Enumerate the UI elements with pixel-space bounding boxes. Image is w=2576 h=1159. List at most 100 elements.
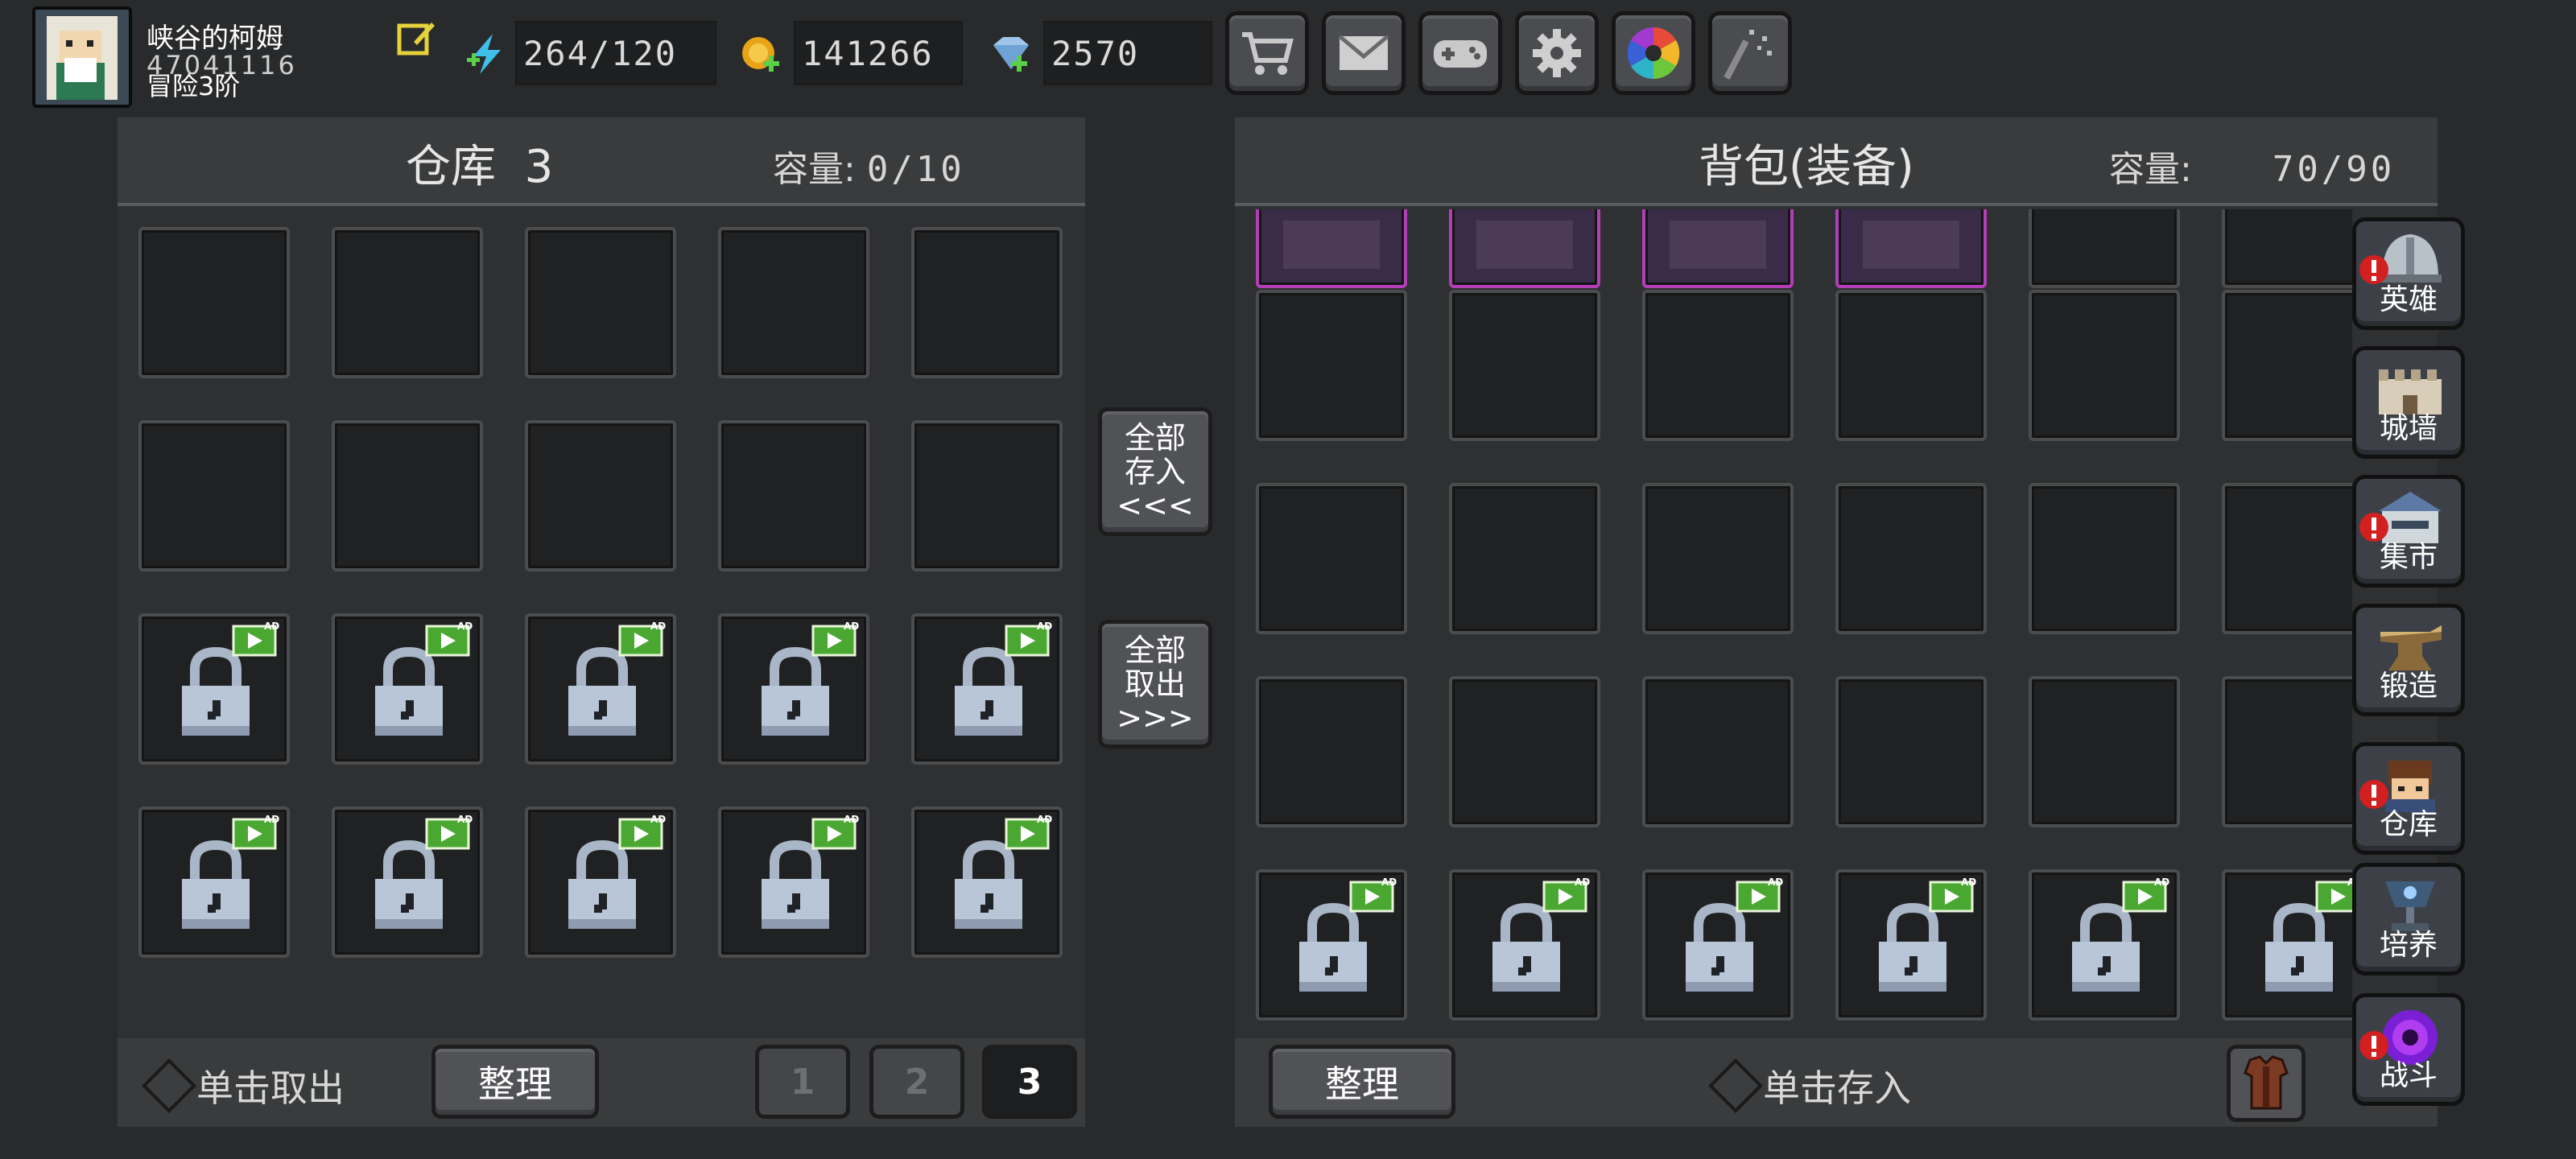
locked-slot[interactable]: AD (332, 613, 483, 765)
withdraw-all-button[interactable]: 全部 取出 >>> (1098, 620, 1212, 749)
locked-slot[interactable]: AD (525, 613, 676, 765)
empty-slot[interactable] (138, 420, 290, 571)
video-ad-icon: AD (618, 621, 666, 657)
deposit-all-button[interactable]: 全部 存入 <<< (1098, 407, 1212, 536)
equipment-slot[interactable] (1835, 209, 1987, 288)
lock-icon (375, 839, 443, 929)
empty-slot[interactable] (332, 227, 483, 378)
lock-icon (2072, 902, 2140, 992)
video-ad-icon: AD (1542, 876, 1590, 913)
locked-slot[interactable]: AD (1835, 869, 1987, 1021)
nav-anvil-button[interactable]: 锻造 (2352, 604, 2465, 716)
empty-slot[interactable] (2222, 676, 2352, 827)
video-ad-icon: AD (1005, 621, 1052, 657)
backpack-sort-button[interactable]: 整理 (1269, 1045, 1455, 1119)
gear-icon (1533, 29, 1581, 77)
edit-name-icon[interactable] (396, 18, 436, 58)
empty-slot[interactable] (1835, 676, 1987, 827)
equipment-slot[interactable] (1256, 209, 1407, 288)
nav-merchant-button[interactable]: 仓库 (2352, 742, 2465, 855)
video-ad-icon: AD (618, 814, 666, 850)
empty-slot[interactable] (525, 420, 676, 571)
empty-slot[interactable] (1449, 290, 1600, 441)
video-ad-icon: AD (1736, 876, 1783, 913)
gold-coin-icon (739, 32, 782, 76)
locked-slot[interactable]: AD (2029, 869, 2180, 1021)
locked-slot[interactable]: AD (911, 613, 1063, 765)
empty-slot[interactable] (2222, 209, 2352, 288)
video-ad-icon: AD (1349, 876, 1397, 913)
locked-slot[interactable]: AD (718, 613, 869, 765)
nav-market-button[interactable]: 集市 (2352, 475, 2465, 588)
lock-icon (2265, 902, 2333, 992)
armor-filter-button[interactable] (2227, 1045, 2306, 1122)
nav-label: 锻造 (2379, 670, 2438, 703)
warehouse-sort-button[interactable]: 整理 (431, 1045, 599, 1119)
empty-slot[interactable] (718, 420, 869, 571)
backpack-grid[interactable]: AD AD AD AD AD AD (1235, 209, 2352, 1038)
shop-button[interactable] (1225, 11, 1309, 95)
nav-chalice-button[interactable]: 培养 (2352, 863, 2465, 975)
svg-text:AD: AD (1768, 876, 1783, 888)
empty-slot[interactable] (2029, 483, 2180, 634)
effects-button[interactable] (1708, 11, 1792, 95)
empty-slot[interactable] (2029, 209, 2180, 288)
empty-slot[interactable] (1256, 290, 1407, 441)
empty-slot[interactable] (138, 227, 290, 378)
locked-slot[interactable]: AD (1256, 869, 1407, 1021)
page-1-button[interactable]: 1 (755, 1045, 850, 1119)
mail-button[interactable] (1322, 11, 1406, 95)
diamond-toggle-icon[interactable] (1708, 1058, 1763, 1113)
locked-slot[interactable]: AD (1642, 869, 1794, 1021)
svg-text:AD: AD (844, 621, 859, 632)
page-2-button[interactable]: 2 (869, 1045, 964, 1119)
nav-helmet-button[interactable]: 英雄 (2352, 217, 2465, 330)
sparkle-icon (1724, 30, 1772, 80)
locked-slot[interactable]: AD (718, 806, 869, 958)
empty-slot[interactable] (2029, 676, 2180, 827)
empty-slot[interactable] (911, 227, 1063, 378)
empty-slot[interactable] (525, 227, 676, 378)
locked-slot[interactable]: AD (2222, 869, 2352, 1021)
empty-slot[interactable] (1642, 290, 1794, 441)
lock-icon (762, 646, 829, 736)
equipment-slot[interactable] (1642, 209, 1794, 288)
deposit-hint[interactable]: 单击存入 (1708, 1058, 1911, 1113)
page-3-button[interactable]: 3 (982, 1045, 1077, 1119)
withdraw-hint[interactable]: 单击取出 (142, 1058, 345, 1113)
locked-slot[interactable]: AD (332, 806, 483, 958)
nav-label: 英雄 (2379, 283, 2438, 316)
settings-button[interactable] (1515, 11, 1599, 95)
empty-slot[interactable] (1642, 676, 1794, 827)
empty-slot[interactable] (2222, 290, 2352, 441)
video-ad-icon: AD (425, 814, 473, 850)
color-wheel-icon (1627, 27, 1680, 80)
gamepad-button[interactable] (1418, 11, 1502, 95)
empty-slot[interactable] (1835, 290, 1987, 441)
empty-slot[interactable] (1642, 483, 1794, 634)
locked-slot[interactable]: AD (138, 613, 290, 765)
empty-slot[interactable] (1256, 483, 1407, 634)
color-wheel-button[interactable] (1612, 11, 1695, 95)
locked-slot[interactable]: AD (138, 806, 290, 958)
empty-slot[interactable] (1449, 483, 1600, 634)
empty-slot[interactable] (1449, 676, 1600, 827)
equipment-item-icon (1670, 221, 1766, 269)
diamond-toggle-icon[interactable] (142, 1058, 196, 1113)
empty-slot[interactable] (2222, 483, 2352, 634)
lock-icon (955, 839, 1022, 929)
player-avatar[interactable] (32, 6, 132, 108)
nav-wall-button[interactable]: 城墙 (2352, 346, 2465, 459)
empty-slot[interactable] (1835, 483, 1987, 634)
nav-portal-button[interactable]: 战斗 (2352, 993, 2465, 1106)
empty-slot[interactable] (2029, 290, 2180, 441)
empty-slot[interactable] (911, 420, 1063, 571)
empty-slot[interactable] (332, 420, 483, 571)
locked-slot[interactable]: AD (1449, 869, 1600, 1021)
locked-slot[interactable]: AD (911, 806, 1063, 958)
empty-slot[interactable] (1256, 676, 1407, 827)
equipment-slot[interactable] (1449, 209, 1600, 288)
video-ad-icon: AD (1929, 876, 1976, 913)
empty-slot[interactable] (718, 227, 869, 378)
locked-slot[interactable]: AD (525, 806, 676, 958)
